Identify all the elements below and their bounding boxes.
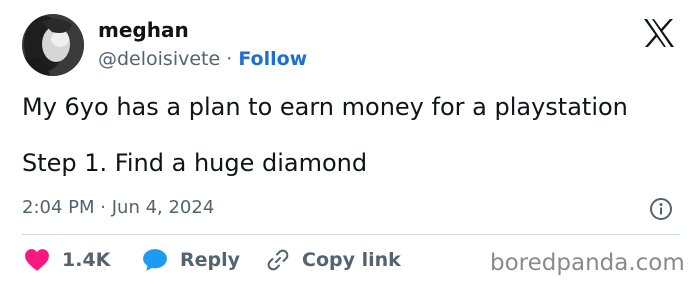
watermark: boredpanda.com bbox=[490, 250, 685, 276]
meta-separator: · bbox=[100, 197, 106, 218]
author-name[interactable]: meghan bbox=[98, 18, 189, 42]
author-handle-row: @deloisivete · Follow bbox=[98, 46, 307, 72]
info-icon[interactable] bbox=[649, 197, 673, 221]
copy-link-label: Copy link bbox=[302, 249, 401, 271]
link-icon bbox=[267, 249, 289, 271]
author-handle[interactable]: @deloisivete bbox=[98, 48, 220, 70]
tweet-text: My 6yo has a plan to earn money for a pl… bbox=[22, 91, 682, 179]
divider bbox=[22, 234, 680, 235]
like-count: 1.4K bbox=[62, 249, 111, 271]
handle-separator: · bbox=[226, 48, 233, 70]
copy-link-button[interactable]: Copy link bbox=[266, 246, 401, 274]
reply-button[interactable]: Reply bbox=[142, 246, 240, 274]
like-button[interactable]: 1.4K bbox=[24, 246, 110, 274]
tweet-date: Jun 4, 2024 bbox=[111, 197, 215, 218]
avatar[interactable] bbox=[22, 14, 84, 76]
follow-button[interactable]: Follow bbox=[238, 48, 307, 70]
speech-bubble-icon bbox=[143, 249, 167, 271]
tweet-line-2: Step 1. Find a huge diamond bbox=[22, 149, 368, 177]
heart-icon bbox=[25, 249, 49, 271]
tweet-line-1: My 6yo has a plan to earn money for a pl… bbox=[22, 93, 628, 121]
tweet-time: 2:04 PM bbox=[22, 197, 95, 218]
x-logo-icon[interactable] bbox=[643, 18, 675, 48]
tweet-timestamp[interactable]: 2:04 PM · Jun 4, 2024 bbox=[22, 195, 214, 221]
reply-label: Reply bbox=[180, 249, 241, 271]
